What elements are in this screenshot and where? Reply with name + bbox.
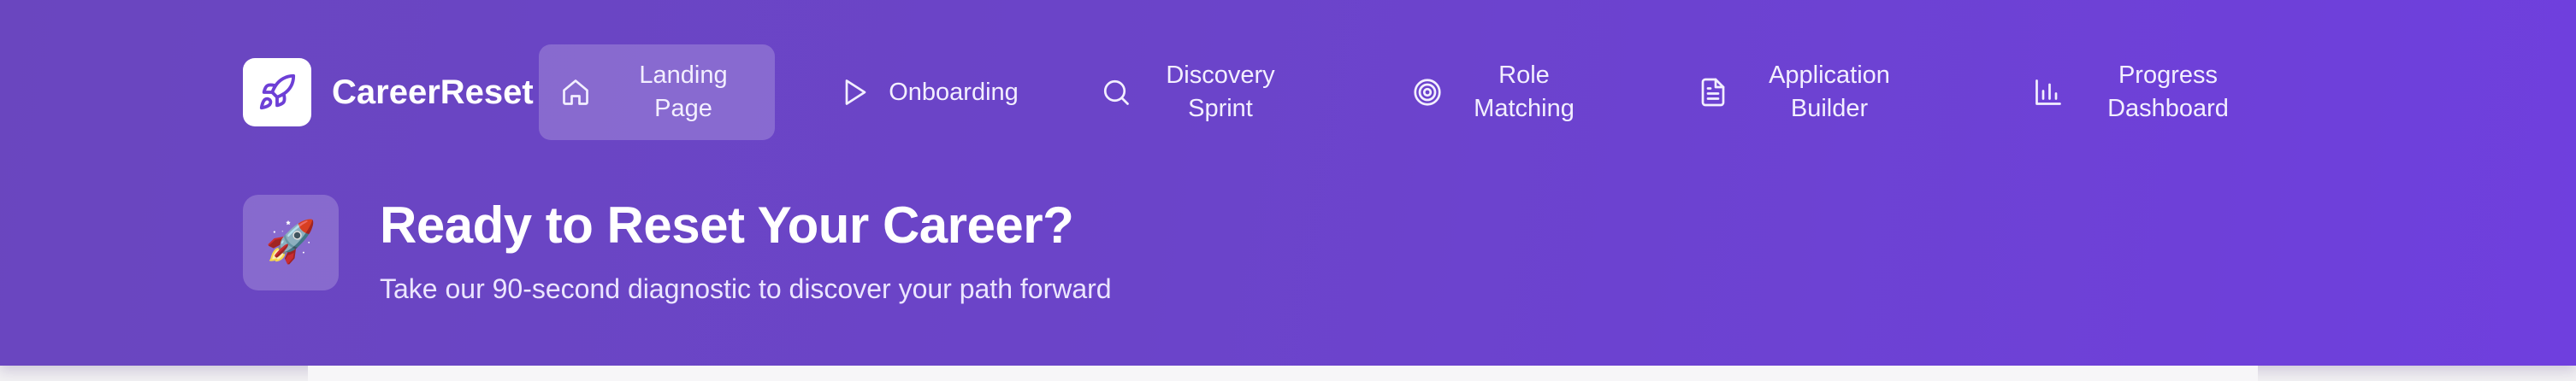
nav-label: Onboarding — [889, 78, 1019, 106]
brand-name[interactable]: CareerReset — [332, 68, 534, 116]
nav-label: Application Builder — [1769, 62, 1890, 122]
home-icon — [559, 76, 592, 108]
nav-label: Role Matching — [1474, 62, 1575, 122]
content-edge — [308, 366, 2258, 381]
rocket-emoji-tile: 🚀 — [243, 195, 339, 290]
rocket-icon — [259, 73, 296, 110]
brand-logo[interactable] — [243, 58, 311, 126]
header-banner: CareerReset Landing Page Onboarding Disc… — [0, 0, 2576, 366]
nav-item-onboarding[interactable]: Onboarding — [838, 44, 1026, 140]
nav-label: Landing Page — [639, 62, 728, 122]
nav-item-discovery-sprint[interactable]: Discovery Sprint — [1100, 44, 1309, 140]
document-icon — [1697, 76, 1729, 108]
nav-label: Discovery Sprint — [1166, 62, 1275, 122]
nav-item-landing-page[interactable]: Landing Page — [539, 44, 775, 140]
search-icon — [1100, 76, 1132, 108]
nav-label: Progress Dashboard — [2107, 62, 2229, 122]
page-title: Ready to Reset Your Career? — [380, 196, 1074, 254]
rocket-icon: 🚀 — [265, 220, 316, 265]
nav-item-role-matching[interactable]: Role Matching — [1411, 44, 1604, 140]
bar-chart-icon — [2032, 76, 2065, 108]
play-icon — [838, 76, 871, 108]
target-icon — [1411, 76, 1444, 108]
nav-item-progress-dashboard[interactable]: Progress Dashboard — [2032, 44, 2272, 140]
nav-item-application-builder[interactable]: Application Builder — [1697, 44, 1929, 140]
page-subtitle: Take our 90-second diagnostic to discove… — [380, 273, 1112, 304]
